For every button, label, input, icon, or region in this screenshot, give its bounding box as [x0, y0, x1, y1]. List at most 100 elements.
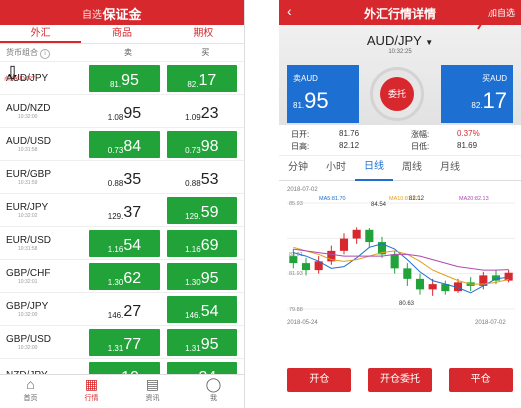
kline-chart[interactable]: 2018-07-02 MA5:81.70 MA10:81.57 MA20:82.13 8… [279, 181, 521, 326]
sell-price-pips: 35 [123, 170, 142, 188]
sell-price-button[interactable]: 1.08 95 [89, 97, 160, 125]
buy-price-prefix: 129. [185, 211, 201, 221]
quote-row[interactable]: AUD/JPY 81. 95 82. 17 点击AUD/JPY [0, 62, 244, 95]
buy-price-button[interactable]: 0.88 53 [166, 163, 237, 191]
tab-options[interactable]: 期权 [163, 25, 244, 43]
buy-price-button[interactable]: 82. 17 [166, 64, 237, 92]
buy-price-button[interactable]: 129. 59 [166, 196, 237, 224]
bottom-nav: ⌂ 首页 ▦ 行情 ▤ 资讯 ◯ 我 [0, 374, 244, 408]
chart-annotation: 82.12 [409, 196, 425, 202]
open-position-button[interactable]: 开仓 [287, 368, 352, 392]
open-order-button[interactable]: 开仓委托 [367, 368, 432, 392]
sell-price-pips: 62 [123, 269, 142, 287]
buy-price-button[interactable]: 146. 54 [166, 295, 237, 323]
sell-price-prefix: 1.16 [107, 244, 124, 254]
tab-forex[interactable]: 外汇 [0, 25, 82, 43]
sell-column-label: 卖 [123, 48, 132, 57]
high-value: 82.12 [339, 141, 360, 150]
sell-price-prefix: 129. [107, 211, 124, 221]
buy-price-big: 17 [482, 88, 507, 113]
buy-price-pips: 69 [200, 236, 219, 254]
sell-price-button[interactable]: 1.30 62 [89, 262, 160, 290]
nav-label: 首页 [23, 395, 38, 402]
sell-price-button[interactable]: 1.31 77 [89, 328, 160, 356]
high-label: 日高: [291, 142, 310, 151]
house-icon: ⌂ [26, 376, 35, 392]
nav-label: 行情 [84, 395, 99, 402]
tab-hour[interactable]: 小时 [317, 156, 355, 180]
nav-news[interactable]: ▤ 资讯 [122, 375, 183, 408]
nav-label: 我 [210, 395, 217, 402]
y-tick-label: 85.93 [289, 201, 303, 207]
buy-price-pips: 23 [200, 104, 219, 122]
tab-daily[interactable]: 日线 [355, 155, 393, 181]
sell-price-button[interactable]: 0.88 35 [89, 163, 160, 191]
change-label: 涨幅: [411, 130, 430, 139]
candle-body [390, 254, 399, 269]
tab-commodities[interactable]: 商品 [81, 25, 162, 43]
sell-price-pips: 54 [123, 236, 142, 254]
quote-time: 10:32:00 [18, 311, 38, 318]
quote-row[interactable]: AUD/USD 10:31:58 0.73 84 0.73 98 [0, 128, 244, 161]
buy-price-button[interactable]: 0.73 98 [166, 130, 237, 158]
quote-row[interactable]: EUR/JPY 10:32:02 129. 37 129. 59 [0, 194, 244, 227]
sell-price-button[interactable]: 146. 27 [89, 295, 160, 323]
quote-row[interactable]: EUR/GBP 10:31:59 0.88 35 0.88 53 [0, 161, 244, 194]
buy-price-prefix: 146. [185, 310, 201, 320]
pair-selector[interactable]: AUD/JPY ▼ [279, 33, 521, 48]
buy-price-prefix: 1.31 [185, 343, 201, 353]
buy-price-button[interactable]: 1.30 95 [166, 262, 237, 290]
quote-row[interactable]: AUD/NZD 10:32:00 1.08 95 1.09 23 [0, 95, 244, 128]
quote-time: 10:31:58 [18, 146, 38, 153]
tab-monthly[interactable]: 月线 [431, 156, 469, 180]
close-position-button[interactable]: 平仓 [448, 368, 513, 392]
nav-home[interactable]: ⌂ 首页 [0, 375, 61, 408]
candle-body [301, 263, 311, 271]
pair-cell: EUR/GBP 10:31:59 [0, 169, 89, 186]
daily-stats: 日开: 81.76 涨幅: 0.37% 日高: 82.12 日低: 81.69 [279, 125, 521, 156]
sell-price-pips: 77 [123, 335, 142, 353]
quote-row[interactable]: GBP/USD 10:32:00 1.31 77 1.31 95 [0, 326, 244, 359]
ma-label: MA5:81.70 [319, 196, 346, 202]
tab-minute[interactable]: 分钟 [279, 156, 317, 180]
buy-price-prefix: 0.73 [185, 145, 201, 155]
info-icon[interactable]: i [40, 48, 50, 59]
quote-row[interactable]: EUR/USD 10:31:58 1.16 54 1.16 69 [0, 227, 244, 260]
buy-price-button[interactable]: 1.31 95 [166, 328, 237, 356]
quote-time: 10:31:58 [18, 245, 38, 252]
candle-body [428, 284, 437, 290]
grid-icon: ▦ [84, 376, 99, 392]
order-button[interactable]: 委托 [370, 67, 424, 121]
buy-price-small: 82. [471, 101, 483, 110]
buy-price-pips: 54 [200, 302, 219, 320]
pair-label: AUD/JPY [366, 33, 422, 48]
pair-cell: AUD/NZD 10:32:00 [0, 103, 89, 120]
quote-detail-screen: ‹ 外汇行情详情 加自选 AUD/JPY ▼ 10:32:25 卖AUD 81.… [279, 0, 521, 408]
buy-price-pips: 98 [200, 137, 219, 155]
sell-price-button[interactable]: 0.73 84 [89, 130, 160, 158]
news-icon: ▤ [145, 376, 160, 392]
highlight-circle [459, 2, 521, 24]
sell-price-button[interactable]: 129. 37 [89, 196, 160, 224]
pair-name: AUD/USD [6, 135, 52, 147]
sell-price-prefix: 0.88 [107, 178, 124, 188]
sell-button[interactable]: 卖AUD 81.95 [287, 65, 359, 123]
nav-me[interactable]: ◯ 我 [183, 375, 244, 408]
tab-weekly[interactable]: 周线 [393, 156, 431, 180]
buy-price-button[interactable]: 1.09 23 [166, 97, 237, 125]
buy-price-prefix: 1.16 [185, 244, 201, 254]
buy-price-prefix: 0.88 [185, 178, 201, 188]
quote-row[interactable]: GBP/JPY 10:32:00 146. 27 146. 54 [0, 293, 244, 326]
sell-price-button[interactable]: 81. 95 [89, 64, 160, 92]
pair-cell: AUD/USD 10:31:58 [0, 136, 89, 153]
y-tick-label: 81.93 [289, 271, 303, 277]
sell-price-button[interactable]: 1.16 54 [89, 229, 160, 257]
nav-quotes[interactable]: ▦ 行情 [61, 375, 122, 408]
quote-time: 10:32:00 [18, 344, 38, 351]
buy-price-button[interactable]: 1.16 69 [166, 229, 237, 257]
open-label: 日开: [291, 130, 310, 139]
quote-row[interactable]: GBP/CHF 10:32:01 1.30 62 1.30 95 [0, 260, 244, 293]
buy-price-pips: 59 [200, 203, 219, 221]
order-label: 委托 [380, 77, 414, 111]
buy-button[interactable]: 买AUD 82.17 [441, 65, 513, 123]
